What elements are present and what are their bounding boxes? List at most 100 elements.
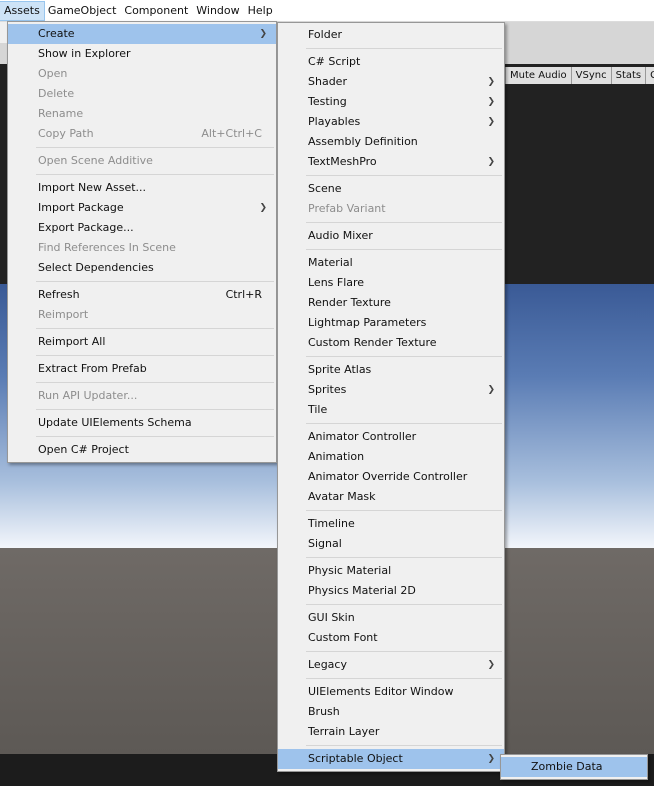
assets-item-extract-from-prefab[interactable]: Extract From Prefab (8, 359, 276, 379)
assets-item-import-package[interactable]: Import Package ❯ (8, 198, 276, 218)
assets-item-reimport: Reimport (8, 305, 276, 325)
create-item-assembly-definition[interactable]: Assembly Definition (278, 132, 504, 152)
create-item-render-texture[interactable]: Render Texture (278, 293, 504, 313)
create-item-lens-flare[interactable]: Lens Flare (278, 273, 504, 293)
assets-item-export-package[interactable]: Export Package... (8, 218, 276, 238)
menu-separator (306, 423, 502, 424)
menu-item-label: Legacy (308, 658, 347, 671)
create-item-audio-mixer[interactable]: Audio Mixer (278, 226, 504, 246)
chevron-right-icon: ❯ (487, 754, 495, 764)
menu-item-label: Zombie Data (531, 760, 603, 773)
game-toolbar-stats[interactable]: Stats (610, 67, 646, 84)
chevron-right-icon: ❯ (487, 385, 495, 395)
create-item-shader[interactable]: Shader ❯ (278, 72, 504, 92)
assets-item-create[interactable]: Create ❯ (8, 24, 276, 44)
create-item-animation[interactable]: Animation (278, 447, 504, 467)
menu-separator (36, 382, 274, 383)
chevron-right-icon: ❯ (259, 203, 267, 213)
assets-item-import-new-asset[interactable]: Import New Asset... (8, 178, 276, 198)
create-item-sprite-atlas[interactable]: Sprite Atlas (278, 360, 504, 380)
create-submenu: Folder C# Script Shader ❯ Testing ❯ Playables ❯… (277, 22, 505, 772)
create-item-testing[interactable]: Testing ❯ (278, 92, 504, 112)
create-item-timeline[interactable]: Timeline (278, 514, 504, 534)
menu-item-label: Timeline (308, 517, 355, 530)
menu-item-label: Render Texture (308, 296, 391, 309)
menu-item-label: Import New Asset... (38, 181, 147, 194)
create-item-folder[interactable]: Folder (278, 25, 504, 45)
menu-item-label: Assembly Definition (308, 135, 418, 148)
menu-item-label: Scene (308, 182, 342, 195)
assets-item-reimport-all[interactable]: Reimport All (8, 332, 276, 352)
menubar-window[interactable]: Window (192, 2, 243, 20)
create-item-playables[interactable]: Playables ❯ (278, 112, 504, 132)
menu-item-label: Import Package (38, 201, 124, 214)
menu-item-label: Terrain Layer (308, 725, 380, 738)
create-item-uielements-editor-window[interactable]: UIElements Editor Window (278, 682, 504, 702)
create-item-terrain-layer[interactable]: Terrain Layer (278, 722, 504, 742)
create-item-animator-override-controller[interactable]: Animator Override Controller (278, 467, 504, 487)
create-item-prefab-variant: Prefab Variant (278, 199, 504, 219)
assets-item-open-scene-additive: Open Scene Additive (8, 151, 276, 171)
menu-item-label: Open Scene Additive (38, 154, 153, 167)
menu-separator (36, 409, 274, 410)
menu-bar: Assets GameObject Component Window Help (0, 0, 654, 22)
create-item-avatar-mask[interactable]: Avatar Mask (278, 487, 504, 507)
menu-separator (306, 557, 502, 558)
game-toolbar-gi[interactable]: Gi (645, 67, 654, 84)
menu-item-label: Sprite Atlas (308, 363, 372, 376)
menubar-assets[interactable]: Assets (0, 0, 45, 21)
menu-separator (36, 328, 274, 329)
create-item-scriptable-object[interactable]: Scriptable Object ❯ (278, 749, 504, 769)
create-item-material[interactable]: Material (278, 253, 504, 273)
menu-separator (36, 436, 274, 437)
game-toolbar-vsync[interactable]: VSync (570, 67, 611, 84)
assets-item-open-c-project[interactable]: Open C# Project (8, 440, 276, 460)
menu-item-label: Reimport All (38, 335, 106, 348)
menu-item-label: TextMeshPro (308, 155, 377, 168)
menu-item-label: Copy Path (38, 127, 94, 140)
chevron-right-icon: ❯ (487, 77, 495, 87)
create-item-scene[interactable]: Scene (278, 179, 504, 199)
menu-item-label: Folder (308, 28, 342, 41)
menu-item-label: Physics Material 2D (308, 584, 416, 597)
create-item-physic-material[interactable]: Physic Material (278, 561, 504, 581)
assets-item-show-in-explorer[interactable]: Show in Explorer (8, 44, 276, 64)
scriptable-item-zombie-data[interactable]: Zombie Data (501, 757, 647, 777)
menubar-gameobject[interactable]: GameObject (44, 2, 121, 20)
menu-item-label: Delete (38, 87, 75, 100)
create-item-sprites[interactable]: Sprites ❯ (278, 380, 504, 400)
create-item-legacy[interactable]: Legacy ❯ (278, 655, 504, 675)
menu-item-label: Testing (308, 95, 347, 108)
menu-item-shortcut: Ctrl+R (225, 288, 262, 301)
create-item-gui-skin[interactable]: GUI Skin (278, 608, 504, 628)
assets-item-refresh[interactable]: Refresh Ctrl+R (8, 285, 276, 305)
create-item-animator-controller[interactable]: Animator Controller (278, 427, 504, 447)
create-item-c-script[interactable]: C# Script (278, 52, 504, 72)
menu-item-label: Open C# Project (38, 443, 129, 456)
assets-item-select-dependencies[interactable]: Select Dependencies (8, 258, 276, 278)
menu-item-label: Brush (308, 705, 340, 718)
menu-item-label: Extract From Prefab (38, 362, 147, 375)
menu-item-label: Material (308, 256, 353, 269)
create-item-brush[interactable]: Brush (278, 702, 504, 722)
menubar-help[interactable]: Help (244, 2, 277, 20)
create-item-custom-font[interactable]: Custom Font (278, 628, 504, 648)
game-view-toolbar: Mute AudioVSyncStatsGi (505, 67, 654, 84)
menu-item-label: Find References In Scene (38, 241, 176, 254)
create-item-lightmap-parameters[interactable]: Lightmap Parameters (278, 313, 504, 333)
menu-item-label: Prefab Variant (308, 202, 386, 215)
menu-item-label: Export Package... (38, 221, 134, 234)
create-item-signal[interactable]: Signal (278, 534, 504, 554)
create-item-textmeshpro[interactable]: TextMeshPro ❯ (278, 152, 504, 172)
create-item-physics-material-2d[interactable]: Physics Material 2D (278, 581, 504, 601)
menu-separator (306, 745, 502, 746)
assets-item-copy-path: Copy Path Alt+Ctrl+C (8, 124, 276, 144)
menu-item-label: Run API Updater... (38, 389, 138, 402)
assets-item-update-uielements-schema[interactable]: Update UIElements Schema (8, 413, 276, 433)
chevron-right-icon: ❯ (487, 97, 495, 107)
menu-separator (306, 604, 502, 605)
game-toolbar-mute-audio[interactable]: Mute Audio (505, 67, 571, 84)
menubar-component[interactable]: Component (120, 2, 192, 20)
create-item-tile[interactable]: Tile (278, 400, 504, 420)
create-item-custom-render-texture[interactable]: Custom Render Texture (278, 333, 504, 353)
